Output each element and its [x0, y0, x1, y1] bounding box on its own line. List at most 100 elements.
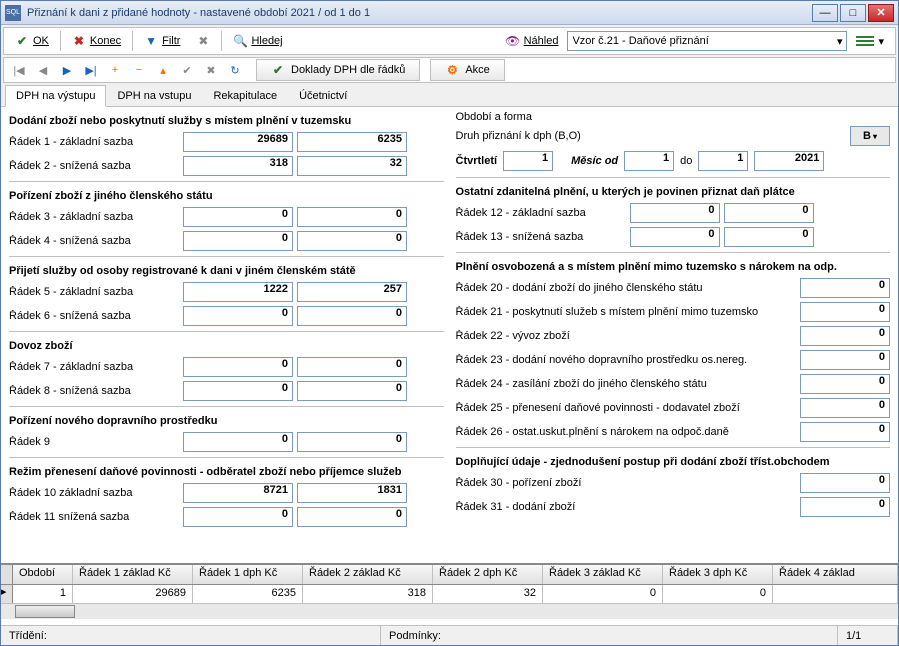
- grid-cell: 0: [663, 585, 773, 603]
- r6-tax-input[interactable]: 0: [297, 306, 407, 326]
- close-button[interactable]: ✕: [868, 4, 894, 22]
- tab-vystupu[interactable]: DPH na výstupu: [5, 85, 106, 107]
- row-label: Řádek 26 - ostat.uskut.plnění s nárokem …: [456, 426, 797, 438]
- r24-input[interactable]: 0: [800, 374, 890, 394]
- nav-next-button[interactable]: ▶: [56, 60, 78, 80]
- nav-prev-button[interactable]: ◀: [32, 60, 54, 80]
- r8-basis-input[interactable]: 0: [183, 381, 293, 401]
- horizontal-scrollbar[interactable]: [1, 603, 898, 619]
- r3-basis-input[interactable]: 0: [183, 207, 293, 227]
- r12-tax-input[interactable]: 0: [724, 203, 814, 223]
- filtr-clear-button[interactable]: ✖: [189, 30, 217, 52]
- konec-button[interactable]: ✖Konec: [65, 30, 128, 52]
- row-label: Řádek 23 - dodání nového dopravního pros…: [456, 354, 797, 366]
- section-title: Režim přenesení daňové povinnosti - odbě…: [9, 466, 444, 478]
- grid-cell: 318: [303, 585, 433, 603]
- row-label: Řádek 7 - základní sazba: [9, 361, 179, 373]
- nav-remove-button[interactable]: −: [128, 60, 150, 80]
- chevron-down-icon: ▾: [878, 35, 884, 48]
- r23-input[interactable]: 0: [800, 350, 890, 370]
- r8-tax-input[interactable]: 0: [297, 381, 407, 401]
- data-grid[interactable]: Období Řádek 1 základ Kč Řádek 1 dph Kč …: [1, 563, 898, 625]
- r1-tax-input[interactable]: 6235: [297, 132, 407, 152]
- r13-basis-input[interactable]: 0: [630, 227, 720, 247]
- status-podminky: Podmínky:: [381, 626, 838, 645]
- grid-cell: 32: [433, 585, 543, 603]
- maximize-button[interactable]: □: [840, 4, 866, 22]
- mesic-od-input[interactable]: 1: [624, 151, 674, 171]
- nav-edit-button[interactable]: ▴: [152, 60, 174, 80]
- grid-col-header[interactable]: Řádek 3 základ Kč: [543, 565, 663, 584]
- r20-input[interactable]: 0: [800, 278, 890, 298]
- minimize-button[interactable]: —: [812, 4, 838, 22]
- druh-select[interactable]: B▾: [850, 126, 890, 146]
- akce-button[interactable]: ⚙Akce: [430, 59, 504, 81]
- r22-input[interactable]: 0: [800, 326, 890, 346]
- r2-basis-input[interactable]: 318: [183, 156, 293, 176]
- r12-basis-input[interactable]: 0: [630, 203, 720, 223]
- r3-tax-input[interactable]: 0: [297, 207, 407, 227]
- row-label: Řádek 25 - přenesení daňové povinnosti -…: [456, 402, 797, 414]
- r4-basis-input[interactable]: 0: [183, 231, 293, 251]
- r25-input[interactable]: 0: [800, 398, 890, 418]
- filtr-button[interactable]: ▼Filtr: [137, 30, 187, 52]
- nav-last-button[interactable]: ▶|: [80, 60, 102, 80]
- r10-basis-input[interactable]: 8721: [183, 483, 293, 503]
- r6-basis-input[interactable]: 0: [183, 306, 293, 326]
- grid-row[interactable]: ▸ 1 29689 6235 318 32 0 0: [1, 585, 898, 603]
- grid-col-header[interactable]: Řádek 1 dph Kč: [193, 565, 303, 584]
- r13-tax-input[interactable]: 0: [724, 227, 814, 247]
- section-title: Ostatní zdanitelná plnění, u kterých je …: [456, 186, 891, 198]
- r4-tax-input[interactable]: 0: [297, 231, 407, 251]
- r7-basis-input[interactable]: 0: [183, 357, 293, 377]
- rok-input[interactable]: 2021: [754, 151, 824, 171]
- grid-col-header[interactable]: Období: [13, 565, 73, 584]
- grid-col-header[interactable]: Řádek 2 základ Kč: [303, 565, 433, 584]
- r5-tax-input[interactable]: 257: [297, 282, 407, 302]
- section-title: Pořízení zboží z jiného členského státu: [9, 190, 444, 202]
- tab-ucetnictvi[interactable]: Účetnictví: [288, 85, 358, 106]
- row-label: Řádek 30 - pořízení zboží: [456, 477, 797, 489]
- druh-label: Druh přiznání k dph (B,O): [456, 130, 847, 142]
- grid-col-header[interactable]: Řádek 3 dph Kč: [663, 565, 773, 584]
- ok-button[interactable]: ✔OK: [8, 30, 56, 52]
- r11-basis-input[interactable]: 0: [183, 507, 293, 527]
- r31-input[interactable]: 0: [800, 497, 890, 517]
- doklady-button[interactable]: ✔Doklady DPH dle řádků: [256, 59, 420, 81]
- hledej-button[interactable]: 🔍Hledej: [226, 30, 289, 52]
- r2-tax-input[interactable]: 32: [297, 156, 407, 176]
- r10-tax-input[interactable]: 1831: [297, 483, 407, 503]
- mesic-do-input[interactable]: 1: [698, 151, 748, 171]
- r9-basis-input[interactable]: 0: [183, 432, 293, 452]
- ctvrtleti-label: Čtvrtletí: [456, 155, 498, 167]
- tab-vstupu[interactable]: DPH na vstupu: [106, 85, 202, 106]
- r7-tax-input[interactable]: 0: [297, 357, 407, 377]
- section-title: Doplňující údaje - zjednodušení postup p…: [456, 456, 891, 468]
- nav-confirm-button[interactable]: ✔: [176, 60, 198, 80]
- r26-input[interactable]: 0: [800, 422, 890, 442]
- nav-first-button[interactable]: |◀: [8, 60, 30, 80]
- grid-header: Období Řádek 1 základ Kč Řádek 1 dph Kč …: [1, 565, 898, 585]
- grid-col-header[interactable]: Řádek 2 dph Kč: [433, 565, 543, 584]
- mesic-label: Měsíc od: [571, 155, 618, 167]
- list-menu-button[interactable]: ▾: [849, 30, 891, 52]
- grid-col-header[interactable]: Řádek 1 základ Kč: [73, 565, 193, 584]
- r30-input[interactable]: 0: [800, 473, 890, 493]
- ctvrtleti-input[interactable]: 1: [503, 151, 553, 171]
- titlebar: SQL Přiznání k dani z přidané hodnoty - …: [1, 1, 898, 25]
- toolbar-main: ✔OK ✖Konec ▼Filtr ✖ 🔍Hledej 👁Náhled Vzor…: [3, 27, 896, 55]
- nav-refresh-button[interactable]: ↻: [224, 60, 246, 80]
- tab-rekapitulace[interactable]: Rekapitulace: [202, 85, 288, 106]
- scrollbar-thumb[interactable]: [15, 605, 75, 618]
- check-icon: ✔: [271, 63, 285, 77]
- nahled-button[interactable]: 👁Náhled: [499, 30, 566, 52]
- nav-cancel-button[interactable]: ✖: [200, 60, 222, 80]
- nav-add-button[interactable]: +: [104, 60, 126, 80]
- r11-tax-input[interactable]: 0: [297, 507, 407, 527]
- template-select[interactable]: Vzor č.21 - Daňové přiznání▾: [567, 31, 847, 51]
- grid-col-header[interactable]: Řádek 4 základ: [773, 565, 898, 584]
- r5-basis-input[interactable]: 1222: [183, 282, 293, 302]
- r9-tax-input[interactable]: 0: [297, 432, 407, 452]
- r1-basis-input[interactable]: 29689: [183, 132, 293, 152]
- r21-input[interactable]: 0: [800, 302, 890, 322]
